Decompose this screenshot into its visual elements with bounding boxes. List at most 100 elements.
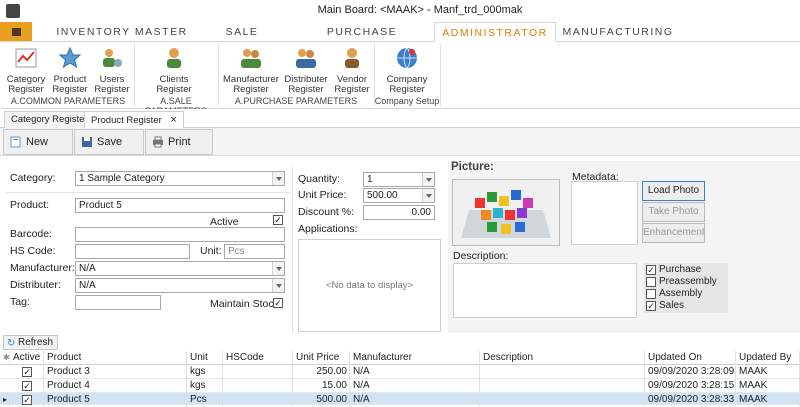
- grid-toolbar: ↻ Refresh: [0, 335, 800, 351]
- active-checkbox[interactable]: ✓: [273, 215, 283, 225]
- users-register-button[interactable]: Users Register: [92, 46, 132, 95]
- picture-label: Picture:: [451, 161, 494, 173]
- tab-sale-register[interactable]: SALE REGISTER: [192, 22, 292, 58]
- chevron-down-icon[interactable]: [422, 173, 434, 186]
- cell-product: Product 4: [44, 379, 187, 393]
- chevron-down-icon[interactable]: [272, 172, 284, 185]
- assembly-label: Assembly: [659, 288, 703, 299]
- row-active-checkbox[interactable]: ✓: [22, 395, 32, 405]
- globe-icon: [397, 47, 417, 69]
- product-form: Category: 1 Sample Category Product: Pro…: [0, 157, 800, 337]
- table-row[interactable]: ✓ Product 3 kgs 250.00 N/A 09/09/2020 3:…: [0, 365, 800, 379]
- cell-unit-price: 250.00: [293, 365, 350, 379]
- print-button[interactable]: Print: [145, 129, 213, 155]
- enhancement-button[interactable]: Enhancement: [642, 223, 705, 243]
- barcode-input[interactable]: [75, 227, 285, 242]
- vendor-register-button[interactable]: Vendor Register: [332, 46, 372, 95]
- table-row[interactable]: ✓ Product 4 kgs 15.00 N/A 09/09/2020 3:2…: [0, 379, 800, 393]
- row-active-checkbox[interactable]: ✓: [22, 367, 32, 377]
- cell-hscode: [223, 379, 293, 393]
- doc-tab-product-register[interactable]: Product Register ×: [84, 111, 184, 128]
- person-icon: [167, 48, 181, 68]
- distributer-select[interactable]: N/A: [75, 278, 285, 293]
- star-icon: [58, 46, 82, 69]
- quantity-select[interactable]: 1: [363, 172, 435, 187]
- tab-administrator[interactable]: ADMINISTRATOR: [434, 22, 556, 42]
- column-header-hscode[interactable]: HSCode: [223, 351, 293, 365]
- chevron-down-icon[interactable]: [272, 279, 284, 292]
- close-tab-icon[interactable]: ×: [170, 114, 176, 126]
- column-header-description[interactable]: Description: [480, 351, 645, 365]
- purchase-label: Purchase: [659, 264, 702, 275]
- description-input[interactable]: [453, 263, 637, 318]
- cell-unit: kgs: [187, 365, 223, 379]
- category-label: Category:: [10, 172, 56, 184]
- maintain-stock-checkbox[interactable]: ✓: [273, 298, 283, 308]
- column-header-product[interactable]: Product: [44, 351, 187, 365]
- barcode-label: Barcode:: [10, 228, 53, 240]
- group-divider: [440, 44, 441, 106]
- category-register-button[interactable]: Category Register: [4, 46, 48, 95]
- sales-label: Sales: [659, 300, 685, 311]
- discount-input[interactable]: 0.00: [363, 205, 435, 220]
- product-photo-image: [453, 180, 559, 245]
- ribbon-panel: Category Register Product Register Users…: [0, 42, 800, 116]
- manufacturer-register-button[interactable]: Manufacturer Register: [222, 46, 280, 95]
- save-button[interactable]: Save: [74, 129, 144, 155]
- load-photo-button[interactable]: Load Photo: [642, 181, 705, 201]
- cell-product: Product 3: [44, 365, 187, 379]
- column-header-unit[interactable]: Unit: [187, 351, 223, 365]
- column-header-updated-by[interactable]: Updated By: [736, 351, 800, 365]
- chart-icon: [15, 48, 37, 68]
- product-input[interactable]: Product 5: [75, 198, 285, 213]
- unit-input[interactable]: Pcs: [224, 244, 285, 259]
- cell-manufacturer: N/A: [350, 379, 480, 393]
- applications-label: Applications:: [298, 223, 358, 235]
- clients-register-button[interactable]: Clients Register: [152, 46, 196, 95]
- refresh-button[interactable]: ↻ Refresh: [3, 335, 59, 350]
- column-header-manufacturer[interactable]: Manufacturer: [350, 351, 480, 365]
- hscode-input[interactable]: [75, 244, 190, 259]
- sales-checkbox[interactable]: ✓: [646, 301, 656, 311]
- chevron-down-icon[interactable]: [422, 189, 434, 202]
- column-header-active[interactable]: Active: [10, 351, 44, 365]
- take-photo-button[interactable]: Take Photo: [642, 202, 705, 222]
- tab-purchase-register[interactable]: PURCHASE REGISTER: [294, 22, 430, 58]
- quantity-label: Quantity:: [298, 173, 341, 185]
- assembly-checkbox[interactable]: [646, 289, 656, 299]
- new-button[interactable]: New: [3, 129, 73, 155]
- chevron-down-icon[interactable]: [272, 262, 284, 275]
- tag-label: Tag:: [10, 296, 30, 308]
- manufacturer-select[interactable]: N/A: [75, 261, 285, 276]
- tab-manufacturing[interactable]: MANUFACTURING: [560, 22, 676, 42]
- group-label-purchase: A.PURCHASE PARAMETERS: [234, 96, 358, 106]
- tag-input[interactable]: [75, 295, 161, 310]
- person-icon: [345, 48, 359, 68]
- preassembly-checkbox[interactable]: [646, 277, 656, 287]
- tab-inventory-master[interactable]: INVENTORY MASTER: [52, 22, 192, 42]
- unit-price-select[interactable]: 500.00: [363, 188, 435, 203]
- metadata-box[interactable]: [571, 181, 638, 245]
- doc-tab-category-register[interactable]: Category Register: [4, 111, 95, 128]
- product-picture[interactable]: [452, 179, 560, 246]
- window-title: Main Board: <MAAK> - Manf_trd_000mak: [317, 4, 523, 16]
- cell-unit: kgs: [187, 379, 223, 393]
- cell-updated-on: 09/09/2020 3:28:09 AM: [645, 365, 736, 379]
- distributer-register-button[interactable]: Distributer Register: [282, 46, 330, 95]
- column-header-updated-on[interactable]: Updated On: [645, 351, 736, 365]
- category-select[interactable]: 1 Sample Category: [75, 171, 285, 186]
- company-register-button[interactable]: Company Register: [382, 46, 432, 95]
- maintain-stock-label: Maintain Stock: [210, 298, 279, 310]
- row-indicator-icon: ✱: [0, 351, 10, 365]
- product-register-button[interactable]: Product Register: [50, 46, 90, 95]
- discount-label: Discount %:: [298, 206, 355, 218]
- cell-description: [480, 365, 645, 379]
- purchase-checkbox[interactable]: ✓: [646, 265, 656, 275]
- people-icon: [296, 49, 316, 68]
- row-active-checkbox[interactable]: ✓: [22, 381, 32, 391]
- column-header-unit-price[interactable]: Unit Price: [293, 351, 350, 365]
- cell-updated-by: MAAK: [736, 365, 800, 379]
- table-row-selected[interactable]: ▸ ✓ Product 5 Pcs 500.00 N/A 09/09/2020 …: [0, 393, 800, 407]
- cell-manufacturer: N/A: [350, 365, 480, 379]
- applications-list[interactable]: <No data to display>: [298, 239, 441, 332]
